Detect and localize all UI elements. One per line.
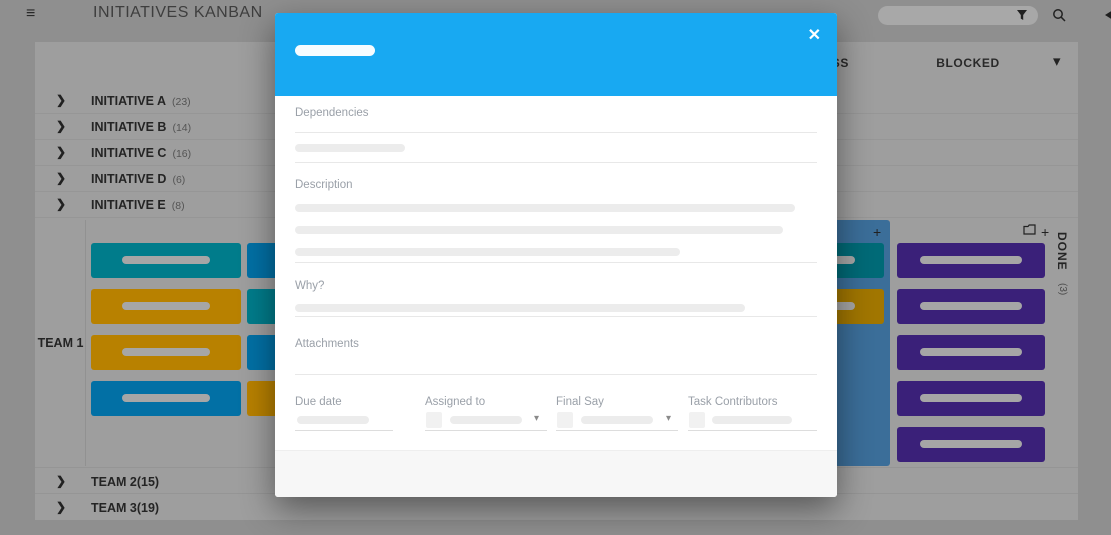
- task-contributors-field[interactable]: [712, 416, 792, 424]
- field-underline: [556, 430, 678, 431]
- dependency-value-placeholder[interactable]: [295, 144, 405, 152]
- due-date-label: Due date: [295, 396, 342, 408]
- divider: [295, 262, 817, 263]
- attachments-label: Attachments: [295, 338, 359, 350]
- final-say-avatar[interactable]: [557, 412, 573, 428]
- field-underline: [425, 430, 547, 431]
- field-underline: [688, 430, 817, 431]
- due-date-field[interactable]: [297, 416, 369, 424]
- why-label: Why?: [295, 280, 325, 292]
- divider: [295, 374, 817, 375]
- dropdown-caret-icon[interactable]: ▾: [534, 413, 539, 424]
- dropdown-caret-icon[interactable]: ▾: [666, 413, 671, 424]
- modal-title-placeholder: [295, 45, 375, 56]
- divider: [295, 162, 817, 163]
- divider: [295, 132, 817, 133]
- why-value-placeholder[interactable]: [295, 304, 745, 312]
- final-say-field[interactable]: [581, 416, 653, 424]
- close-icon[interactable]: ✕: [808, 25, 821, 45]
- task-contributors-avatar[interactable]: [689, 412, 705, 428]
- task-detail-modal: ✕ Dependencies Description Why? Attachme…: [275, 13, 837, 497]
- dependencies-label: Dependencies: [295, 107, 369, 119]
- assigned-to-label: Assigned to: [425, 396, 486, 408]
- description-line-placeholder: [295, 226, 783, 234]
- assigned-to-field[interactable]: [450, 416, 522, 424]
- description-label: Description: [295, 179, 353, 191]
- description-line-placeholder: [295, 248, 680, 256]
- modal-footer: [275, 450, 837, 497]
- modal-header: ✕: [275, 13, 837, 96]
- field-underline: [295, 430, 393, 431]
- divider: [295, 316, 817, 317]
- assigned-to-avatar[interactable]: [426, 412, 442, 428]
- description-line-placeholder: [295, 204, 795, 212]
- task-contributors-label: Task Contributors: [688, 396, 778, 408]
- final-say-label: Final Say: [556, 396, 604, 408]
